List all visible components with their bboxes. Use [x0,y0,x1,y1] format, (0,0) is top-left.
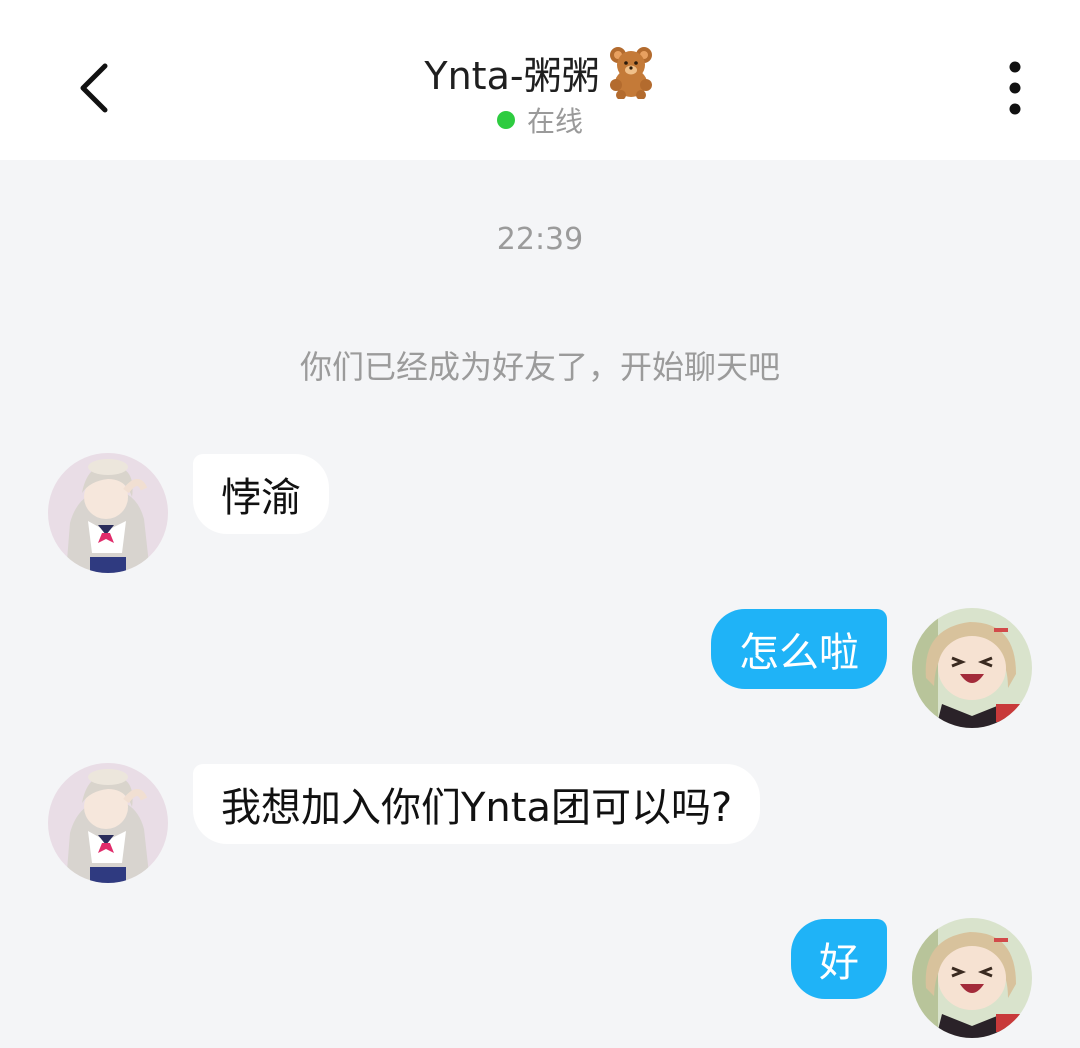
status-label: 在线 [526,105,583,138]
title-area: Ynta-粥粥 [0,40,1080,104]
contact-avatar-image [48,453,168,573]
online-status: 在线 [0,100,1080,140]
more-options-button[interactable] [985,52,1045,124]
outgoing-message-bubble[interactable]: 怎么啦 [711,609,887,689]
my-avatar-image [912,608,1032,728]
outgoing-message-bubble[interactable]: 好 [791,919,887,999]
my-avatar[interactable] [912,918,1032,1038]
chat-header: Ynta-粥粥 在线 [0,0,1080,160]
online-dot-icon [496,111,515,129]
contact-avatar-image [48,763,168,883]
my-avatar[interactable] [912,608,1032,728]
friend-added-notice: 你们已经成为好友了，开始聊天吧 [299,348,780,386]
contact-avatar[interactable] [48,763,168,883]
teddy-bear-icon [609,47,652,99]
contact-avatar[interactable] [48,453,168,573]
incoming-message-bubble[interactable]: 悖渝 [193,454,329,534]
contact-name: Ynta-粥粥 [424,53,600,98]
message-timestamp: 22:39 [496,222,584,257]
more-vertical-icon [1009,61,1021,115]
my-avatar-image [912,918,1032,1038]
incoming-message-bubble[interactable]: 我想加入你们Ynta团可以吗? [193,764,761,844]
